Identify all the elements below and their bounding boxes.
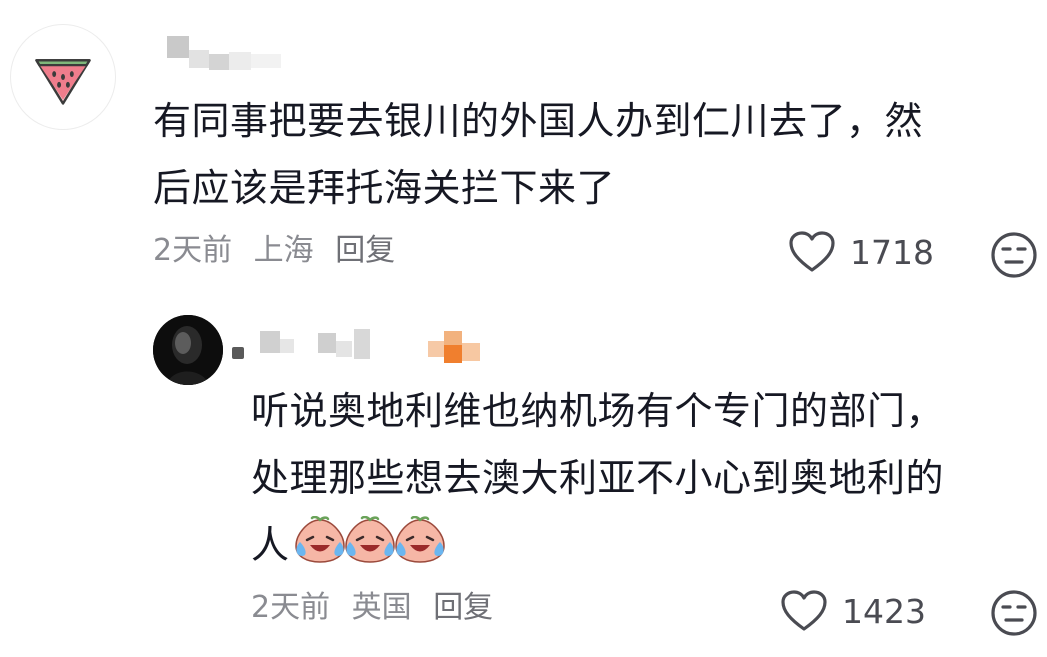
dark-portrait-avatar (153, 315, 223, 385)
heart-icon (781, 590, 827, 631)
comment-line: 有同事把要去银川的外国人办到仁川去了，然 (153, 99, 924, 143)
commenter-avatar[interactable] (10, 24, 116, 130)
comment-line: 听说奥地利维也纳机场有个专门的部门， (251, 389, 945, 433)
comment-line: 处理那些想去澳大利亚不小心到奥地利的 (251, 456, 945, 500)
reply-commenter-avatar[interactable] (153, 315, 223, 385)
comment-meta: 2天前 上海 回复 (153, 231, 407, 271)
comment-location: 上海 (253, 233, 314, 268)
crying-laughing-peach-emoji (394, 516, 445, 563)
reply-comment-meta: 2天前 英国 回复 (251, 588, 505, 628)
comment-text: 有同事把要去银川的外国人办到仁川去了，然 后应该是拜托海关拦下来了 (153, 88, 923, 222)
like-button[interactable]: 1423 (780, 589, 926, 633)
neutral-face-icon[interactable] (990, 589, 1038, 637)
reply-button[interactable]: 回复 (433, 590, 493, 625)
comment-line: 人 (251, 523, 290, 567)
comment-time: 2天前 (251, 590, 331, 625)
emoji-group (292, 516, 445, 564)
reply-comment-text: 听说奥地利维也纳机场有个专门的部门， 处理那些想去澳大利亚不小心到奥地利的 人 (251, 378, 944, 579)
username-blurred[interactable] (163, 34, 303, 74)
reply-button[interactable]: 回复 (335, 233, 395, 268)
like-button[interactable]: 1718 (788, 230, 934, 274)
comment-location: 英国 (351, 590, 412, 625)
crying-laughing-peach-emoji (294, 516, 345, 563)
crying-laughing-peach-emoji (344, 516, 395, 563)
neutral-face-icon[interactable] (990, 231, 1038, 279)
comment-line: 后应该是拜托海关拦下来了 (153, 166, 616, 210)
like-count: 1718 (850, 232, 934, 272)
watermelon-icon (35, 59, 91, 105)
like-count: 1423 (842, 591, 926, 631)
heart-icon (789, 231, 835, 272)
comment-time: 2天前 (153, 233, 233, 268)
username-blurred[interactable] (232, 327, 492, 367)
